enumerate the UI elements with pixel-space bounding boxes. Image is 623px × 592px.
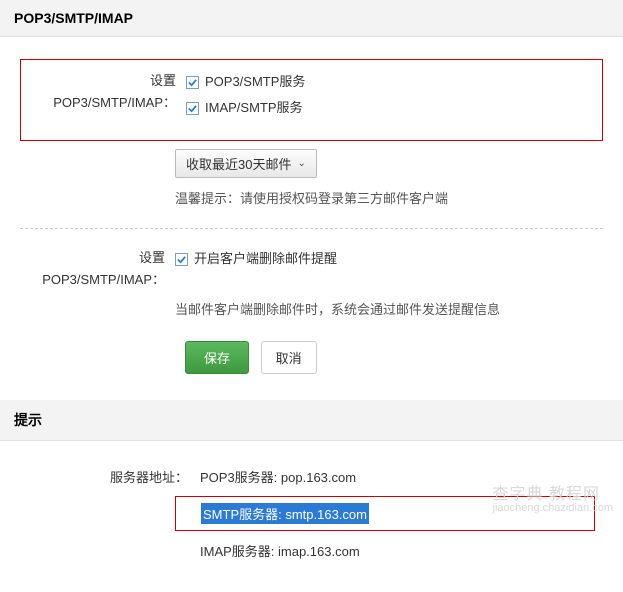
checkbox-icon [186,102,199,115]
cancel-button[interactable]: 取消 [261,341,317,374]
fetch-recent-label: 收取最近30天邮件 [186,154,291,173]
pop3-smtp-checkbox-row[interactable]: POP3/SMTP服务 [186,70,592,94]
imap-server-value: IMAP服务器: imap.163.com [200,541,360,560]
section-title: POP3/SMTP/IMAP [14,10,133,26]
auth-hint: 温馨提示：请使用授权码登录第三方邮件客户端 [175,191,448,206]
server-address-label: 服务器地址： [20,467,200,486]
settings-content: 设置POP3/SMTP/IMAP： POP3/SMTP服务 IMAP/SMTP服… [0,37,623,396]
checkbox-icon [175,253,188,266]
tips-content: 服务器地址： POP3服务器: pop.163.com SMTP服务器: smt… [0,441,623,592]
smtp-server-value: SMTP服务器: smtp.163.com [201,503,369,524]
pop3-smtp-label: POP3/SMTP服务 [205,70,305,94]
setting-label-2: 设置POP3/SMTP/IMAP： [20,247,175,291]
delete-notify-label: 开启客户端删除邮件提醒 [194,247,337,271]
smtp-highlight-box: SMTP服务器: smtp.163.com [175,496,595,531]
divider [20,228,603,229]
fetch-recent-select[interactable]: 收取最近30天邮件 ⌄ [175,149,317,178]
setting-label: 设置POP3/SMTP/IMAP： [31,70,186,114]
imap-smtp-label: IMAP/SMTP服务 [205,96,303,120]
pop3-server-value: POP3服务器: pop.163.com [200,467,356,486]
section-header-pop3: POP3/SMTP/IMAP [0,0,623,37]
settings-highlight-box: 设置POP3/SMTP/IMAP： POP3/SMTP服务 IMAP/SMTP服… [20,59,603,141]
checkbox-icon [186,76,199,89]
delete-hint: 当邮件客户端删除邮件时，系统会通过邮件发送提醒信息 [175,302,500,317]
imap-smtp-checkbox-row[interactable]: IMAP/SMTP服务 [186,96,592,120]
delete-notify-checkbox-row[interactable]: 开启客户端删除邮件提醒 [175,247,603,271]
save-button[interactable]: 保存 [185,341,249,374]
tips-title: 提示 [14,412,42,428]
chevron-down-icon: ⌄ [297,158,305,169]
section-header-tips: 提示 [0,400,623,441]
